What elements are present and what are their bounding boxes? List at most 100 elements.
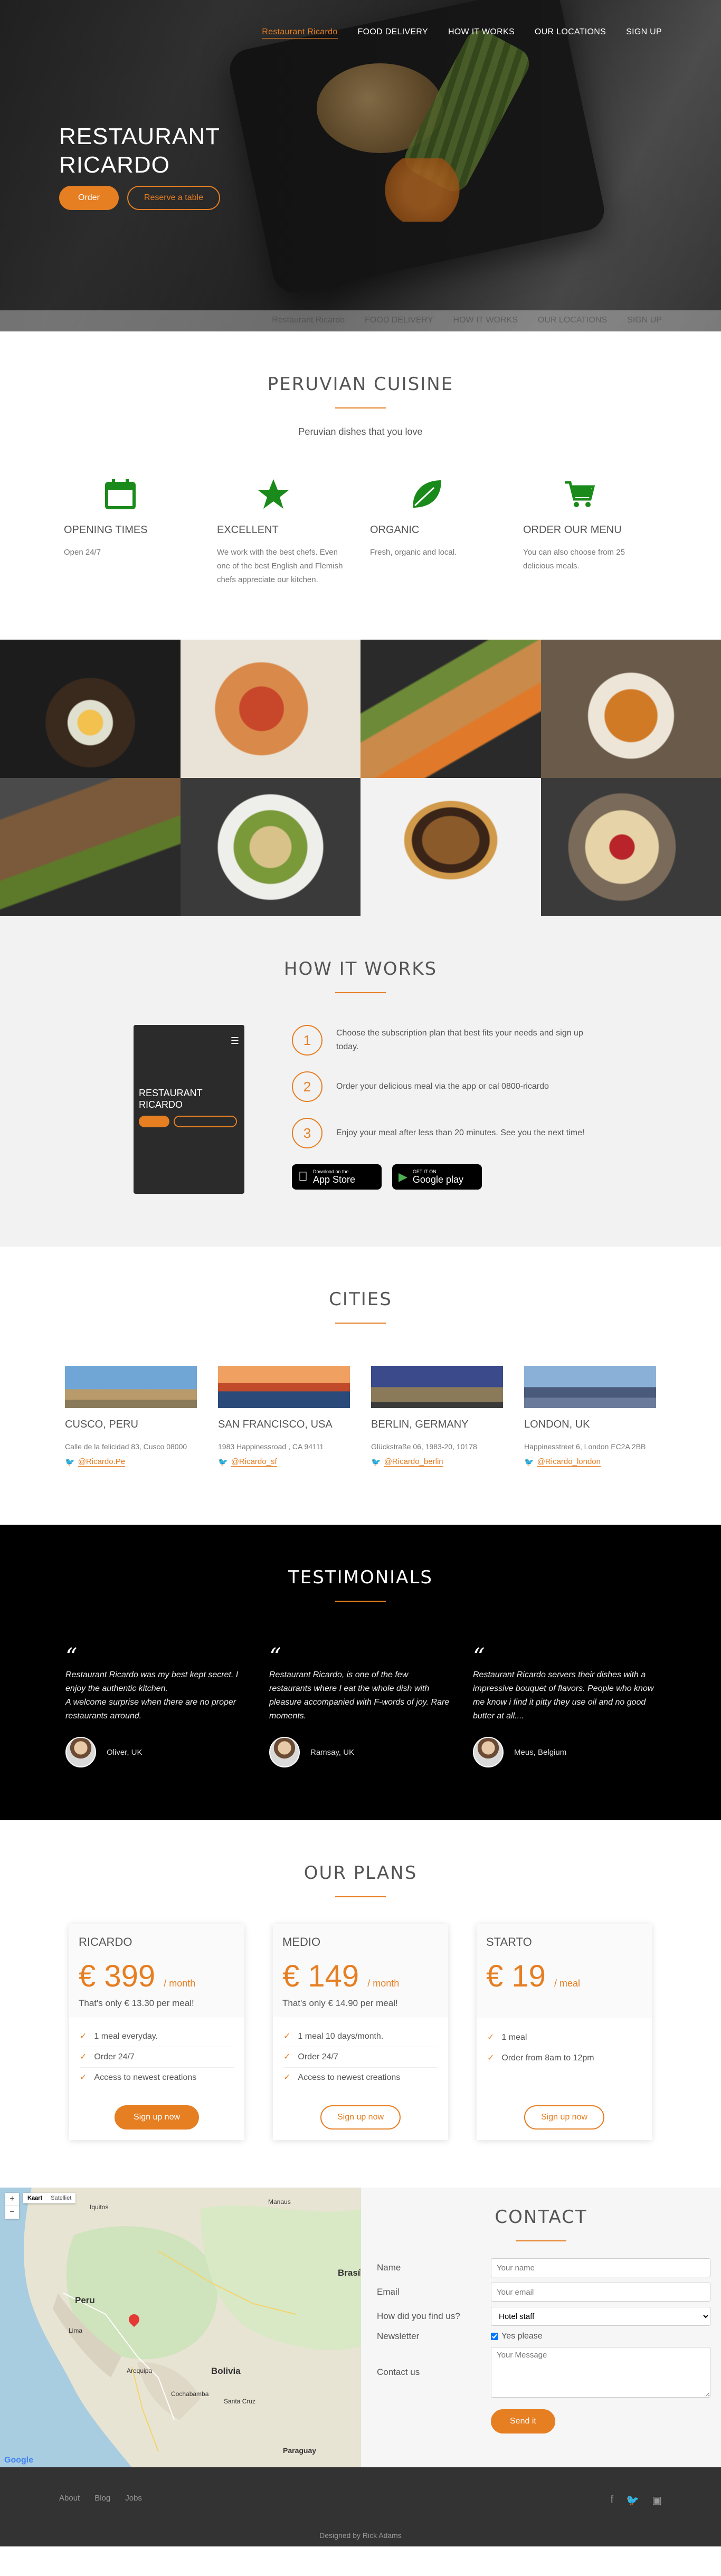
plan-name: RICARDO <box>79 1935 132 1948</box>
check-icon: ✓ <box>487 2054 495 2062</box>
twitter-icon: 🐦 <box>218 1458 228 1467</box>
author-name: Meus, Belgium <box>514 1747 567 1757</box>
google-map[interactable]: Kaart Satelliet + − Iquitos Manaus Brasí… <box>0 2188 361 2467</box>
form-row: Newsletter Yes please <box>377 2331 721 2342</box>
city-twitter: 🐦 @Ricardo_sf <box>218 1457 350 1467</box>
plan-feature: ✓ Order 24/7 <box>80 2047 234 2068</box>
app-store-badge[interactable]:  Download on theApp Store <box>292 1164 382 1190</box>
nav-how-it-works[interactable]: HOW IT WORKS <box>448 27 515 39</box>
twitter-link[interactable]: @Ricardo_berlin <box>384 1457 443 1467</box>
form-row: Name <box>377 2258 721 2277</box>
feature-text: Fresh, organic and local. <box>370 548 457 557</box>
ghost-nav-item: FOOD DELIVERY <box>365 316 433 325</box>
map-type-kaart[interactable]: Kaart <box>23 2193 46 2203</box>
google-play-badge[interactable]: ▶ GET IT ON Google play <box>392 1164 482 1190</box>
city-card: BERLIN, GERMANY Glückstraße 06, 1983-20,… <box>371 1366 503 1467</box>
calendar-icon <box>101 474 140 514</box>
find-us-select[interactable]: Hotel staff <box>491 2307 710 2326</box>
plan-signup-button[interactable]: Sign up now <box>524 2105 605 2130</box>
twitter-link[interactable]: @Ricardo_sf <box>231 1457 277 1467</box>
plan-feature: ✓ 1 meal everyday. <box>80 2027 234 2047</box>
hero: Restaurant Ricardo FOOD DELIVERY HOW IT … <box>0 0 721 331</box>
twitter-link[interactable]: @Ricardo_london <box>537 1457 601 1467</box>
twitter-icon[interactable]: 🐦 <box>626 2494 639 2507</box>
nav-logo-link[interactable]: Restaurant Ricardo <box>262 27 338 39</box>
google-play-big: Google play <box>412 1174 463 1185</box>
email-label: Email <box>377 2287 400 2297</box>
title-divider <box>335 1896 386 1897</box>
feature-text: You can also choose from 25 delicious me… <box>523 548 625 571</box>
step-text: Enjoy your meal after less than 20 minut… <box>336 1128 585 1137</box>
gallery-photo <box>540 778 721 916</box>
feature-organic: ORGANIC Fresh, organic and local. <box>360 474 514 587</box>
step-item: 1 Choose the subscription plan that best… <box>292 1025 587 1056</box>
city-twitter: 🐦 @Ricardo_london <box>524 1457 656 1467</box>
zoom-in-icon[interactable]: + <box>5 2193 19 2206</box>
social-links: f 🐦 ▣ <box>611 2494 662 2507</box>
testimonials-title: TESTIMONIALS <box>288 1567 433 1588</box>
order-button[interactable]: Order <box>59 186 119 210</box>
footer-link-jobs[interactable]: Jobs <box>125 2494 142 2503</box>
newsletter-checkbox[interactable] <box>491 2333 498 2340</box>
plans-row: RICARDO € 399 / month That's only € 13.3… <box>0 1924 721 2140</box>
feature-title: OPENING TIMES <box>64 524 148 536</box>
map-type-control: Kaart Satelliet <box>23 2193 76 2203</box>
footer: About Blog Jobs f 🐦 ▣ Designed by Rick A… <box>0 2467 721 2546</box>
footer-link-blog[interactable]: Blog <box>94 2494 110 2503</box>
quote-icon: “ <box>65 1643 78 1670</box>
nav-sign-up[interactable]: SIGN UP <box>626 27 662 39</box>
city-card: SAN FRANCISCO, USA 1983 Happinessroad , … <box>218 1366 350 1467</box>
facebook-icon[interactable]: f <box>611 2494 614 2507</box>
contact-form: Name Email How did you find us? Hotel st… <box>361 2258 721 2434</box>
cuisine-title: PERUVIAN CUISINE <box>267 374 454 395</box>
hero-title-line1: RESTAURANT <box>59 123 220 149</box>
plan-price-per: / meal <box>554 1978 581 1989</box>
plan-name: MEDIO <box>282 1935 321 1948</box>
hamburger-menu-icon: ☰ <box>230 1035 239 1046</box>
phone-mockup: ☰ RESTAURANT RICARDO <box>134 1025 244 1194</box>
feature-text: We work with the best chefs. Even one of… <box>217 548 343 584</box>
step-number: 2 <box>292 1071 322 1102</box>
phone-order-button <box>139 1116 169 1127</box>
plan-signup-button[interactable]: Sign up now <box>114 2105 200 2130</box>
food-gallery <box>0 640 721 916</box>
cities-title: CITIES <box>329 1289 392 1310</box>
city-address: Glückstraße 06, 1983-20, 10178 <box>371 1442 477 1451</box>
plan-features: ✓ 1 meal ✓ Order from 8am to 12pm <box>477 2018 652 2078</box>
testimonial-line1: Restaurant Ricardo was my best kept secr… <box>65 1670 239 1693</box>
newsletter-text: Yes please <box>501 2332 543 2341</box>
city-card: CUSCO, PERU Calle de la felicidad 83, Cu… <box>65 1366 197 1467</box>
plan-feature-text: Order 24/7 <box>298 2052 338 2061</box>
email-field[interactable] <box>491 2283 710 2302</box>
gallery-photo <box>540 640 721 778</box>
map-label-brasilia: Brasília <box>338 2268 361 2278</box>
check-icon: ✓ <box>80 2032 87 2041</box>
plan-signup-button[interactable]: Sign up now <box>320 2105 401 2130</box>
send-button[interactable]: Send it <box>491 2409 555 2434</box>
zoom-out-icon[interactable]: − <box>5 2206 19 2219</box>
testimonial: “ Restaurant Ricardo, is one of the few … <box>269 1646 452 1767</box>
city-photo-berlin <box>371 1366 503 1408</box>
star-icon <box>254 474 293 514</box>
find-us-label: How did you find us? <box>377 2311 460 2321</box>
footer-link-about[interactable]: About <box>59 2494 80 2503</box>
testimonials-row: “ Restaurant Ricardo was my best kept se… <box>0 1643 721 1767</box>
twitter-link[interactable]: @Ricardo.Pe <box>78 1457 126 1467</box>
testimonial-line2: A welcome surprise when there are no pro… <box>65 1698 236 1720</box>
message-field[interactable] <box>491 2347 710 2398</box>
phone-reserve-button <box>174 1116 237 1127</box>
testimonials-section: TESTIMONIALS “ Restaurant Ricardo was my… <box>0 1525 721 1820</box>
nav-food-delivery[interactable]: FOOD DELIVERY <box>358 27 428 39</box>
map-type-satelliet[interactable]: Satelliet <box>46 2193 75 2203</box>
reserve-table-button[interactable]: Reserve a table <box>127 186 220 210</box>
feature-order-menu: ORDER OUR MENU You can also choose from … <box>514 474 667 587</box>
plan-feature-text: Order from 8am to 12pm <box>501 2054 594 2062</box>
nav-our-locations[interactable]: OUR LOCATIONS <box>535 27 606 39</box>
instagram-icon[interactable]: ▣ <box>652 2494 662 2507</box>
gallery-photo <box>180 640 360 778</box>
plan-feature: ✓ Access to newest creations <box>80 2068 234 2088</box>
city-name: CUSCO, PERU <box>65 1419 138 1430</box>
phone-title-line2: RICARDO <box>139 1099 183 1110</box>
map-label-manaus: Manaus <box>268 2198 291 2206</box>
name-field[interactable] <box>491 2258 710 2277</box>
